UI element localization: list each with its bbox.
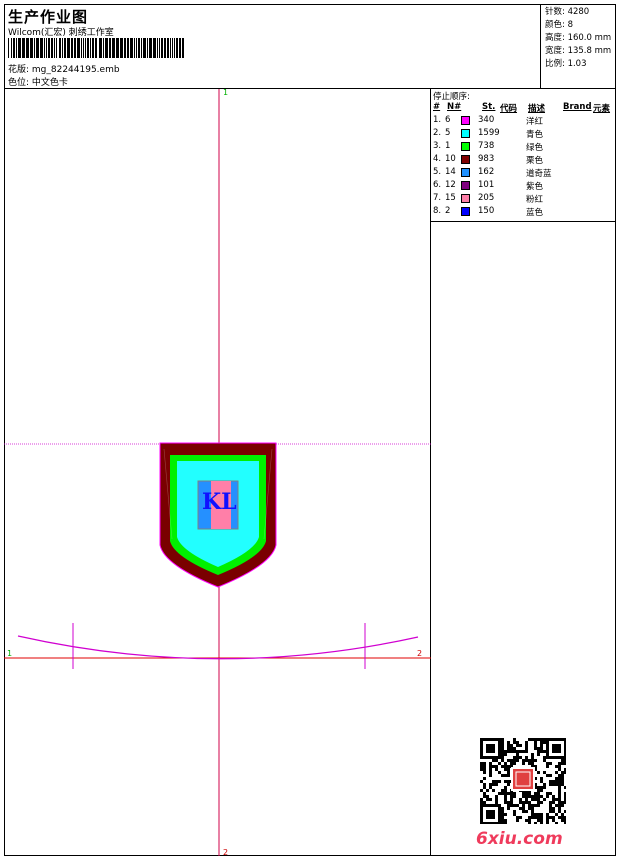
col-code: 代码 xyxy=(500,104,518,114)
stop-index: 5. xyxy=(433,167,442,177)
color-stop-row: 3. 1 738 绿色 xyxy=(431,141,616,154)
color-swatch xyxy=(461,142,470,151)
color-swatch xyxy=(461,168,470,177)
stop-needle: 2 xyxy=(445,206,451,216)
color-swatch xyxy=(461,155,470,164)
design-height: 高度: 160.0 mm xyxy=(545,33,612,43)
design-info: 针数: 4280 颜色: 8 高度: 160.0 mm 宽度: 135.8 mm… xyxy=(540,4,616,88)
color-stop-row: 2. 5 1599 青色 xyxy=(431,128,616,141)
stop-stitches: 1599 xyxy=(478,128,500,138)
color-stop-row: 5. 14 162 道奇蓝 xyxy=(431,167,616,180)
stitch-count: 针数: 4280 xyxy=(545,7,590,17)
stop-needle: 15 xyxy=(445,193,456,203)
stop-needle: 5 xyxy=(445,128,451,138)
color-swatch xyxy=(461,194,470,203)
design-preview: KL 1 2 1 2 xyxy=(4,88,431,857)
stop-stitches: 340 xyxy=(478,115,495,125)
stop-stitches: 205 xyxy=(478,193,495,203)
hoop-arc xyxy=(17,635,419,660)
color-stop-row: 1. 6 340 洋红 xyxy=(431,115,616,128)
col-brand: Brand xyxy=(563,102,592,112)
stop-description: 粉红 xyxy=(526,195,544,205)
design-monogram: KL xyxy=(202,489,237,515)
color-swatch xyxy=(461,129,470,138)
shield-emblem: KL xyxy=(159,442,277,588)
axis-mark-bottom: 2 xyxy=(223,848,228,856)
stop-sequence-header: # N# St. 代码 描述 Brand 元素 xyxy=(433,102,615,114)
stop-index: 1. xyxy=(433,115,442,125)
stop-needle: 1 xyxy=(445,141,451,151)
stop-index: 6. xyxy=(433,180,442,190)
stop-description: 道奇蓝 xyxy=(526,169,552,179)
col-index: # xyxy=(433,102,441,112)
stop-description: 蓝色 xyxy=(526,208,544,218)
axis-mark-right: 2 xyxy=(417,649,422,658)
stop-needle: 10 xyxy=(445,154,456,164)
stop-index: 7. xyxy=(433,193,442,203)
stop-needle: 12 xyxy=(445,180,456,190)
stop-description: 栗色 xyxy=(526,156,544,166)
watermark: 6xiu.com xyxy=(476,829,563,849)
stop-needle: 6 xyxy=(445,115,451,125)
stop-index: 3. xyxy=(433,141,442,151)
col-description: 描述 xyxy=(528,104,546,114)
stop-stitches: 101 xyxy=(478,180,495,190)
col-element: 元素 xyxy=(593,104,611,114)
barcode xyxy=(8,38,184,58)
design-width: 宽度: 135.8 mm xyxy=(545,46,612,56)
stop-stitches: 983 xyxy=(478,154,495,164)
design-canvas: KL 1 2 1 2 xyxy=(4,88,431,857)
col-stitches: St. xyxy=(482,102,496,112)
stop-stitches: 162 xyxy=(478,167,495,177)
design-file: 花版: mg_82244195.emb xyxy=(8,65,120,75)
color-swatch xyxy=(461,207,470,216)
axis-mark-top: 1 xyxy=(223,89,228,97)
stop-description: 洋红 xyxy=(526,117,544,127)
studio-name: Wilcom(汇宏) 刺绣工作室 xyxy=(8,28,114,38)
axis-mark-left: 1 xyxy=(7,649,12,658)
color-stop-row: 4. 10 983 栗色 xyxy=(431,154,616,167)
stop-sequence-heading: 停止顺序: xyxy=(433,92,470,102)
stop-needle: 14 xyxy=(445,167,456,177)
stop-sequence-panel: 停止顺序: # N# St. 代码 描述 Brand 元素 1. 6 340 洋红 2.… xyxy=(431,89,616,222)
color-count: 颜色: 8 xyxy=(545,20,573,30)
stop-description: 青色 xyxy=(526,130,544,140)
scale-ratio: 比例: 1.03 xyxy=(545,59,587,69)
stop-index: 4. xyxy=(433,154,442,164)
stop-stitches: 738 xyxy=(478,141,495,151)
color-card: 色位: 中文色卡 xyxy=(8,78,68,88)
color-swatch xyxy=(461,116,470,125)
col-needle: N# xyxy=(447,102,462,112)
stop-description: 绿色 xyxy=(526,143,544,153)
stop-description: 紫色 xyxy=(526,182,544,192)
color-swatch xyxy=(461,181,470,190)
stop-stitches: 150 xyxy=(478,206,495,216)
color-stop-row: 6. 12 101 紫色 xyxy=(431,180,616,193)
header: 生产作业图 Wilcom(汇宏) 刺绣工作室 花版: mg_82244195.e… xyxy=(4,4,616,89)
stop-index: 2. xyxy=(433,128,442,138)
color-stop-row: 8. 2 150 蓝色 xyxy=(431,206,616,219)
page-title: 生产作业图 xyxy=(8,8,89,26)
stop-index: 8. xyxy=(433,206,442,216)
qr-code xyxy=(480,738,566,824)
color-stop-row: 7. 15 205 粉红 xyxy=(431,193,616,206)
